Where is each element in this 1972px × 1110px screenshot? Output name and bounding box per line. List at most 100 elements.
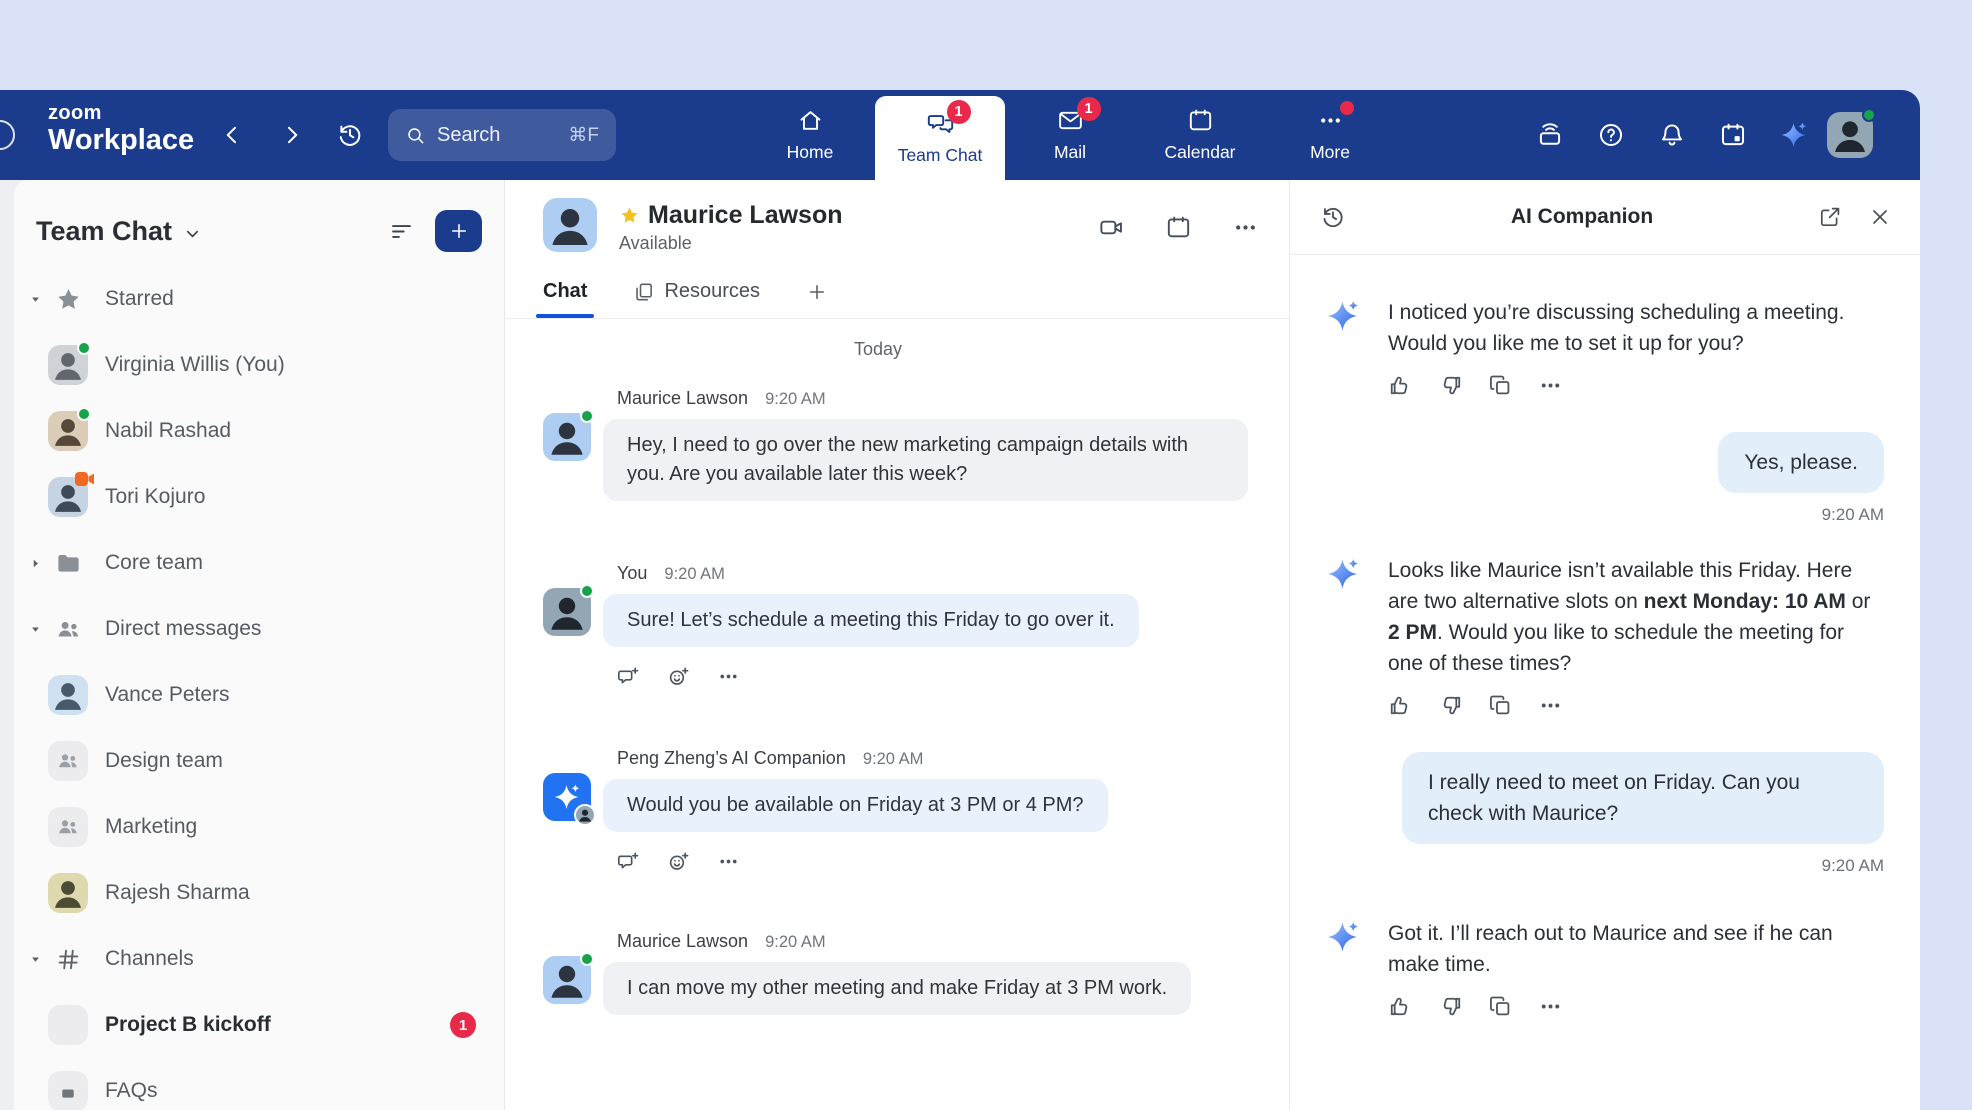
avatar <box>543 956 591 1004</box>
history-icon[interactable] <box>1320 204 1346 230</box>
caret-down-icon[interactable] <box>28 292 43 307</box>
add-reaction-button[interactable] <box>667 850 690 873</box>
app-window: zoom Workplace Search ⌘F Home 1 Team Cha… <box>0 90 1920 1110</box>
thumbs-down-button[interactable] <box>1438 373 1463 398</box>
sidebar-item-label: Tori Kojuro <box>105 485 205 509</box>
thumbs-down-button[interactable] <box>1438 994 1463 1019</box>
filter-button[interactable] <box>388 218 415 245</box>
nav-tab-mail[interactable]: 1 Mail <box>1005 90 1135 180</box>
content-area: Team Chat Starred Virginia Willis (You) … <box>0 180 1920 1110</box>
sidebar-item-label: Virginia Willis (You) <box>105 353 285 377</box>
message-time: 9:20 AM <box>765 390 826 408</box>
avatar <box>48 345 88 385</box>
thumbs-up-button[interactable] <box>1388 693 1413 718</box>
thumbs-up-button[interactable] <box>1388 994 1413 1019</box>
sidebar-item-marketing[interactable]: Marketing <box>14 794 504 860</box>
chat-tab-icon[interactable] <box>806 265 828 318</box>
back-button[interactable] <box>218 121 246 149</box>
caret-down-icon[interactable] <box>28 622 43 637</box>
sidebar-item-label: Channels <box>105 947 194 971</box>
presence-video-badge <box>75 472 94 486</box>
thumbs-up-button[interactable] <box>1388 373 1413 398</box>
schedule-meeting-button[interactable] <box>1165 214 1192 241</box>
calendar-button[interactable] <box>1719 121 1747 149</box>
user-prompt-time: 9:20 AM <box>1822 856 1884 876</box>
message-bubble: Sure! Let’s schedule a meeting this Frid… <box>603 594 1139 647</box>
more-actions-button[interactable] <box>717 850 740 873</box>
nav-tab-calendar[interactable]: Calendar <box>1135 90 1265 180</box>
more-actions-button[interactable] <box>1538 994 1563 1019</box>
unread-badge: 1 <box>1077 97 1101 121</box>
sidebar-item-label: Rajesh Sharma <box>105 881 250 905</box>
sidebar-item-nabil-rashad[interactable]: Nabil Rashad <box>14 398 504 464</box>
sidebar-item-channels[interactable]: Channels <box>14 926 504 992</box>
copy-button[interactable] <box>1488 994 1513 1019</box>
profile-avatar[interactable] <box>1827 112 1873 158</box>
sparkle-icon <box>1326 920 1360 954</box>
nav-tab-team-chat[interactable]: 1 Team Chat <box>875 96 1005 180</box>
more-options-button[interactable] <box>1232 214 1259 241</box>
sidebar-item-project-b-kickoff[interactable]: Project B kickoff 1 <box>14 992 504 1058</box>
main-nav-tabs: Home 1 Team Chat 1 Mail Calendar More <box>745 90 1395 180</box>
ai-response-actions <box>1388 994 1884 1019</box>
start-video-meeting-button[interactable] <box>1098 214 1125 241</box>
forward-button[interactable] <box>278 121 306 149</box>
message-bubble: Would you be available on Friday at 3 PM… <box>603 779 1108 832</box>
caret-down-icon[interactable] <box>28 952 43 967</box>
quote-reply-button[interactable] <box>617 850 640 873</box>
chat-message-list: Today Maurice Lawson 9:20 AM Hey, I need… <box>505 319 1289 1110</box>
nav-tab-more[interactable]: More <box>1265 90 1395 180</box>
message-author: Maurice Lawson <box>617 388 748 408</box>
copy-button[interactable] <box>1488 373 1513 398</box>
chat-panel: Maurice Lawson Available Chat Resources … <box>505 180 1290 1110</box>
more-actions-button[interactable] <box>717 665 740 688</box>
sidebar-item-starred[interactable]: Starred <box>14 266 504 332</box>
open-in-new-window-icon[interactable] <box>1818 205 1842 229</box>
message-author-row: Maurice Lawson 9:20 AM <box>603 386 1289 411</box>
sidebar-item-design-team[interactable]: Design team <box>14 728 504 794</box>
search-input[interactable]: Search ⌘F <box>388 109 616 161</box>
avatar <box>48 411 88 451</box>
sidebar-item-core-team[interactable]: Core team <box>14 530 504 596</box>
thumbs-down-button[interactable] <box>1438 693 1463 718</box>
more-actions-button[interactable] <box>1538 693 1563 718</box>
ai-companion-button[interactable] <box>1780 121 1808 149</box>
sidebar-item-direct-messages[interactable]: Direct messages <box>14 596 504 662</box>
chat-tab-chat[interactable]: Chat <box>543 265 587 318</box>
quote-reply-button[interactable] <box>617 665 640 688</box>
chat-contact-status: Available <box>619 233 843 254</box>
avatar <box>48 477 88 517</box>
ai-response: I noticed you’re discussing scheduling a… <box>1326 297 1884 398</box>
chevron-down-icon[interactable] <box>181 222 204 245</box>
mini-profile-photo <box>574 804 596 826</box>
notifications-button[interactable] <box>1658 121 1686 149</box>
starred-icon <box>619 205 640 226</box>
close-icon[interactable] <box>1868 205 1892 229</box>
history-button[interactable] <box>336 121 364 149</box>
user-prompt: Yes, please. 9:20 AM <box>1326 432 1884 525</box>
connect-device-button[interactable] <box>1536 121 1564 149</box>
copy-button[interactable] <box>1488 693 1513 718</box>
sidebar-item-rajesh-sharma[interactable]: Rajesh Sharma <box>14 860 504 926</box>
caret-right-icon[interactable] <box>28 556 43 571</box>
sidebar-item-label: Marketing <box>105 815 197 839</box>
nav-tab-label: More <box>1310 142 1350 163</box>
new-chat-button[interactable] <box>435 210 482 252</box>
nav-tab-home[interactable]: Home <box>745 90 875 180</box>
message-author-row: Maurice Lawson 9:20 AM <box>603 929 1289 954</box>
more-actions-button[interactable] <box>1538 373 1563 398</box>
message-bubble: I can move my other meeting and make Fri… <box>603 962 1191 1015</box>
sidebar-item-vance-peters[interactable]: Vance Peters <box>14 662 504 728</box>
help-button[interactable] <box>1597 121 1625 149</box>
sidebar-list: Starred Virginia Willis (You) Nabil Rash… <box>14 266 504 1110</box>
add-reaction-button[interactable] <box>667 665 690 688</box>
hash-icon <box>55 946 82 973</box>
user-prompt-bubble: Yes, please. <box>1718 432 1884 493</box>
presence-online-dot <box>1862 108 1876 122</box>
sidebar-item-tori-kojuro[interactable]: Tori Kojuro <box>14 464 504 530</box>
nav-tab-label: Mail <box>1054 142 1086 163</box>
sidebar-item-faqs[interactable]: FAQs <box>14 1058 504 1110</box>
user-prompt-bubble: I really need to meet on Friday. Can you… <box>1402 752 1884 844</box>
sidebar-item-virginia-willis-you[interactable]: Virginia Willis (You) <box>14 332 504 398</box>
chat-tab-resources[interactable]: Resources <box>633 265 760 318</box>
